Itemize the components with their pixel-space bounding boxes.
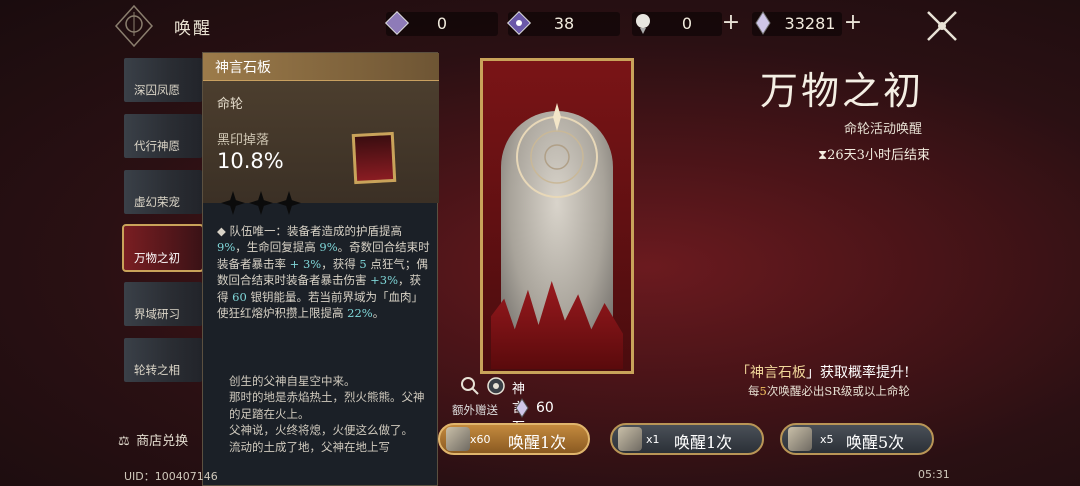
cost-count: x5 [820,433,834,446]
sidebar-item-lunzhuan[interactable]: 轮转之相 [124,338,202,382]
close-icon[interactable] [920,4,964,48]
awaken-5-button[interactable]: x5 唤醒5次 [780,423,934,455]
shop-label: 商店兑换 [136,434,189,449]
crystal-ticket-icon [788,427,812,451]
currency-purple-gem: 0 [384,10,498,36]
featured-card-art[interactable] [480,58,634,374]
item-type: 命轮 [217,97,244,112]
drop-rate: 10.8% [217,149,284,173]
sidebar-item-shenqiu[interactable]: 深囚凤愿 [124,58,202,102]
awaken-emblem-icon [114,4,154,48]
page-title: 唤醒 [174,19,212,39]
shard-icon [515,398,529,418]
bullet-icon: ◆ [217,224,230,238]
tooltip-title: 神言石板 [215,60,271,76]
sidebar-item-label: 万物之初 [134,251,180,265]
extra-gift-count: 60 [536,400,554,416]
crystal-ticket-icon [618,427,642,451]
sidebar-item-label: 界域研习 [134,307,180,321]
currency-value: 0 [681,14,693,33]
currency-shard: 33281 [752,11,842,36]
item-thumbnail [351,131,397,185]
currency-value: 0 [436,14,448,33]
wheel-icon [487,377,505,395]
banner-timer: ⧗26天3小时后结束 [818,148,930,163]
user-id: UID：100407146 [124,470,218,483]
clock: 05:31 [918,468,950,481]
currency-white-orb: 0 [632,12,722,36]
button-label: 唤醒1次 [674,433,733,452]
drop-label: 黑印掉落 [217,133,270,148]
item-effect-description: ◆ 队伍唯一：装备者造成的护盾提高 9%，生命回复提高 9%。奇数回合结束时装备… [217,224,430,321]
sidebar-item-label: 代行神愿 [134,139,180,153]
top-bar: 唤醒 0 38 0 + 33281 + [0,0,1080,48]
shop-exchange-button[interactable]: ⚖ 商店兑换 [118,430,188,452]
rarity-stars [221,191,305,221]
cost-count: x1 [646,433,660,446]
awaken-1-premium-button[interactable]: x60 唤醒1次 [438,423,590,455]
banner-subtitle: 命轮活动唤醒 [844,122,923,137]
item-tooltip: 神言石板 命轮 黑印掉落 10.8% ◆ 队伍唯一：装备者造成的护盾提高 9%，… [202,52,439,486]
currency-value: 33281 [784,14,836,33]
sidebar-item-label: 轮转之相 [134,363,180,377]
item-lore-text: 创生的父神自星空中来。 那时的地是赤焰热土，烈火熊熊。父神的足踏在火上。 父神说… [229,374,425,454]
sidebar-item-jieyu[interactable]: 界域研习 [124,282,202,326]
star-icon [277,191,301,215]
sidebar-item-label: 深囚凤愿 [134,83,180,97]
add-shard-button[interactable]: + [842,10,864,36]
cost-count: x60 [470,433,491,446]
halo-ornament-icon [516,103,598,198]
tooltip-summary: 命轮 黑印掉落 10.8% [203,81,439,203]
zoom-icon[interactable] [460,376,480,396]
currency-value: 38 [553,14,575,33]
guarantee-notice: 每5次唤醒必出SR级或以上命轮 [748,384,910,398]
tooltip-header: 神言石板 [203,53,439,81]
button-label: 唤醒1次 [508,433,567,452]
extra-gift-label: 额外赠送 [452,403,498,417]
sidebar-item-daixing[interactable]: 代行神愿 [124,114,202,158]
add-orb-button[interactable]: + [720,10,742,36]
orb-ticket-icon [446,427,470,451]
awaken-1-button[interactable]: x1 唤醒1次 [610,423,764,455]
sidebar-item-xuhuan[interactable]: 虚幻荣宠 [124,170,202,214]
banner-title: 万物之初 [760,69,925,113]
button-label: 唤醒5次 [846,433,905,452]
star-icon [249,191,273,215]
star-icon [221,191,245,215]
shard-icon [755,11,771,35]
sidebar-item-wanwu[interactable]: 万物之初 [122,224,204,272]
currency-purple-crystal: 38 [506,10,620,36]
scale-icon: ⚖ [118,434,130,449]
sidebar-item-label: 虚幻荣宠 [134,195,180,209]
rate-up-notice: 「神言石板」获取概率提升! [736,365,910,381]
